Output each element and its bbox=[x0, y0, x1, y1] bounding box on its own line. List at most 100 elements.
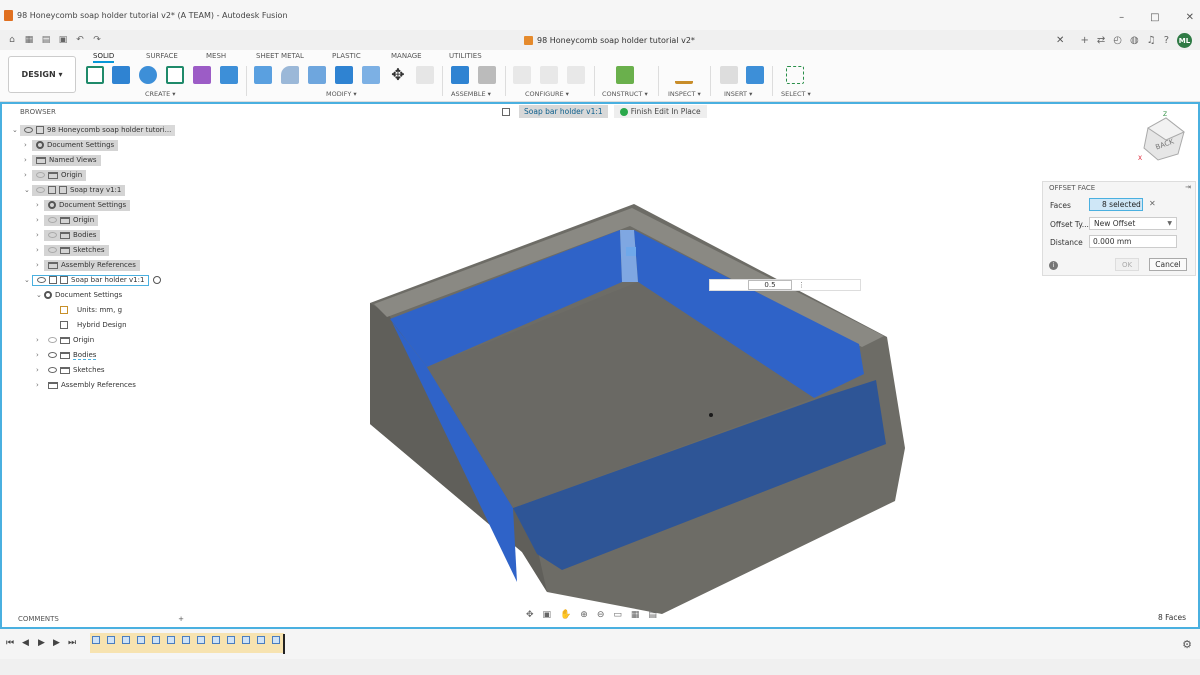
file-menu-icon[interactable]: ▤ bbox=[41, 35, 51, 45]
undo-icon[interactable]: ↶ bbox=[75, 35, 85, 45]
sweep-icon[interactable] bbox=[166, 66, 184, 84]
close-document-icon[interactable]: ✕ bbox=[1056, 35, 1064, 46]
timeline-feature[interactable] bbox=[257, 636, 265, 644]
tree-row-origin[interactable]: › Origin bbox=[36, 334, 94, 346]
viewports-icon[interactable]: ▤ bbox=[648, 610, 657, 620]
pan-icon[interactable]: ✋ bbox=[560, 610, 571, 620]
chevron-right-icon[interactable]: › bbox=[36, 201, 44, 209]
chevron-right-icon[interactable]: › bbox=[36, 216, 44, 224]
combine-icon[interactable] bbox=[335, 66, 353, 84]
tree-row-bodies[interactable]: › Bodies bbox=[36, 349, 97, 361]
select-icon[interactable] bbox=[786, 66, 804, 84]
chevron-right-icon[interactable]: › bbox=[36, 351, 44, 359]
look-at-icon[interactable]: ▣ bbox=[543, 610, 552, 620]
offset-plane-icon[interactable] bbox=[616, 66, 634, 84]
workspace-switcher[interactable]: DESIGN ▾ bbox=[8, 56, 76, 93]
help-icon[interactable]: ◍ bbox=[1130, 35, 1139, 46]
timeline-feature[interactable] bbox=[107, 636, 115, 644]
create-sketch-icon[interactable] bbox=[86, 66, 104, 84]
configure-rule-icon[interactable] bbox=[540, 66, 558, 84]
insert-image-icon[interactable] bbox=[746, 66, 764, 84]
tree-row-sketches[interactable]: › Sketches bbox=[36, 364, 105, 376]
maximize-button[interactable]: □ bbox=[1150, 12, 1159, 23]
timeline-feature[interactable] bbox=[152, 636, 160, 644]
visibility-eye-icon[interactable] bbox=[48, 337, 57, 343]
chevron-right-icon[interactable]: › bbox=[24, 171, 32, 179]
offset-face-icon[interactable] bbox=[362, 66, 380, 84]
tab-solid[interactable]: SOLID bbox=[93, 52, 115, 63]
tab-sheet-metal[interactable]: SHEET METAL bbox=[256, 52, 304, 60]
tree-row-sketches[interactable]: › Sketches bbox=[36, 244, 109, 256]
chevron-right-icon[interactable]: › bbox=[36, 381, 44, 389]
visibility-eye-icon[interactable] bbox=[36, 172, 45, 178]
visibility-eye-icon[interactable] bbox=[48, 217, 57, 223]
shell-icon[interactable] bbox=[308, 66, 326, 84]
insert-derive-icon[interactable] bbox=[720, 66, 738, 84]
display-settings-icon[interactable]: ▭ bbox=[613, 610, 622, 620]
chevron-right-icon[interactable]: › bbox=[24, 141, 32, 149]
form-icon[interactable] bbox=[193, 66, 211, 84]
extrude-icon[interactable] bbox=[112, 66, 130, 84]
configure-theme-icon[interactable] bbox=[567, 66, 585, 84]
tab-mesh[interactable]: MESH bbox=[206, 52, 226, 60]
tree-row-document-settings[interactable]: ⌄ Document Settings bbox=[36, 289, 122, 301]
timeline-feature[interactable] bbox=[92, 636, 100, 644]
timeline-feature[interactable] bbox=[227, 636, 235, 644]
play-icon[interactable]: ▶ bbox=[38, 638, 45, 648]
grid-icon[interactable]: ▦ bbox=[24, 35, 34, 45]
timeline-feature[interactable] bbox=[137, 636, 145, 644]
assemble-group-label[interactable]: ASSEMBLE ▾ bbox=[451, 90, 491, 98]
finish-edit-in-place-button[interactable]: Finish Edit In Place bbox=[613, 105, 707, 118]
info-icon[interactable]: i bbox=[1049, 261, 1058, 270]
inspect-group-label[interactable]: INSPECT ▾ bbox=[668, 90, 701, 98]
configure-table-icon[interactable] bbox=[513, 66, 531, 84]
comments-panel[interactable]: COMMENTS + bbox=[4, 612, 190, 626]
create-group-label[interactable]: CREATE ▾ bbox=[145, 90, 176, 98]
revolve-icon[interactable] bbox=[139, 66, 157, 84]
tree-row-assembly-references[interactable]: › Assembly References bbox=[36, 379, 136, 391]
timeline-feature[interactable] bbox=[197, 636, 205, 644]
offset-type-select[interactable]: New Offset ▼ bbox=[1089, 217, 1177, 230]
tab-utilities[interactable]: UTILITIES bbox=[449, 52, 482, 60]
visibility-eye-icon[interactable] bbox=[48, 352, 57, 358]
viewcube[interactable]: BACK Z X bbox=[1138, 110, 1188, 165]
notification-icon[interactable]: ♫ bbox=[1147, 35, 1156, 46]
tree-row-soap-tray[interactable]: ⌄ Soap tray v1:1 bbox=[24, 184, 126, 196]
measure-icon[interactable] bbox=[675, 66, 693, 84]
new-tab-icon[interactable]: + bbox=[1080, 35, 1088, 46]
data-panel-icon[interactable]: ⇄ bbox=[1097, 35, 1105, 46]
chevron-right-icon[interactable]: › bbox=[36, 366, 44, 374]
chevron-down-icon[interactable]: ⌄ bbox=[12, 126, 20, 134]
select-group-label[interactable]: SELECT ▾ bbox=[781, 90, 811, 98]
zoom-icon[interactable]: ⊕ bbox=[580, 610, 588, 620]
go-to-end-icon[interactable]: ⏭ bbox=[68, 638, 76, 648]
joint-icon[interactable] bbox=[478, 66, 496, 84]
canvas-distance-input[interactable]: 0.5 bbox=[748, 280, 792, 290]
tab-manage[interactable]: MANAGE bbox=[391, 52, 422, 60]
orbit-icon[interactable]: ✥ bbox=[526, 610, 534, 620]
timeline-feature[interactable] bbox=[167, 636, 175, 644]
visibility-eye-icon[interactable] bbox=[48, 247, 57, 253]
box-icon[interactable] bbox=[220, 66, 238, 84]
chevron-right-icon[interactable]: › bbox=[36, 336, 44, 344]
more-options-icon[interactable]: ⋮ bbox=[798, 281, 805, 289]
tree-row-assembly-references[interactable]: › Assembly References bbox=[36, 259, 140, 271]
clear-selection-icon[interactable]: ✕ bbox=[1149, 199, 1156, 208]
zoom-window-icon[interactable]: ⊖ bbox=[597, 610, 605, 620]
clock-icon[interactable]: ◴ bbox=[1113, 35, 1122, 46]
timeline-settings-gear-icon[interactable]: ⚙ bbox=[1182, 638, 1192, 651]
tree-row-root[interactable]: ⌄ 98 Honeycomb soap holder tutori... bbox=[12, 124, 176, 136]
visibility-eye-icon[interactable] bbox=[48, 232, 57, 238]
save-icon[interactable]: ▣ bbox=[58, 35, 68, 45]
browser-header[interactable]: BROWSER bbox=[4, 105, 190, 119]
timeline-feature[interactable] bbox=[272, 636, 280, 644]
minimize-button[interactable]: – bbox=[1119, 12, 1124, 23]
tree-row-document-settings[interactable]: › Document Settings bbox=[36, 199, 131, 211]
activate-radio-icon[interactable] bbox=[153, 276, 162, 284]
distance-input[interactable]: 0.000 mm bbox=[1089, 235, 1177, 248]
grid-settings-icon[interactable]: ▦ bbox=[631, 610, 640, 620]
chevron-down-icon[interactable]: ⌄ bbox=[24, 186, 32, 194]
edit-component-label[interactable]: Soap bar holder v1:1 bbox=[519, 105, 608, 118]
visibility-eye-icon[interactable] bbox=[37, 277, 46, 283]
new-component-icon[interactable] bbox=[451, 66, 469, 84]
